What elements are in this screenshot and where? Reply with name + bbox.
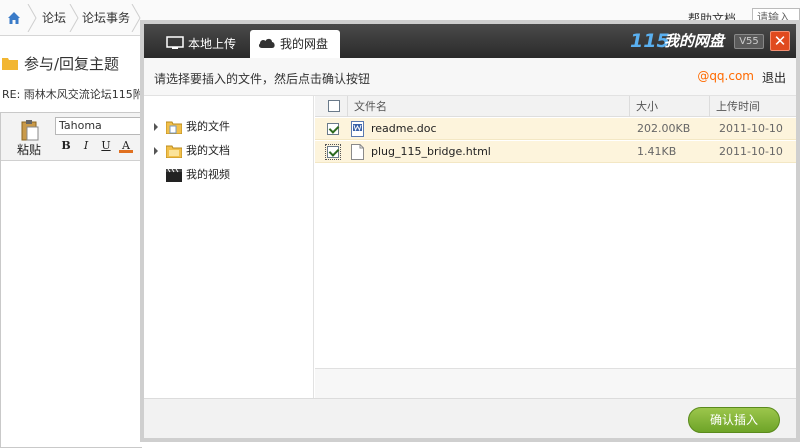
brand-name: 我的网盘 [664, 32, 725, 50]
user-email: @qq.com [697, 69, 754, 83]
logout-link[interactable]: 退出 [762, 69, 786, 86]
instruction-text: 请选择要插入的文件，然后点击确认按钮 [154, 72, 371, 86]
tab-local-upload-label: 本地上传 [188, 37, 237, 51]
home-icon[interactable] [6, 10, 22, 26]
paste-icon[interactable] [21, 119, 39, 141]
chevron-right-icon [27, 4, 37, 32]
insert-file-dialog: 本地上传 我的网盘 115 我的网盘 V55 ✕ 请选择要插入的文件，然后点击确… [140, 20, 800, 442]
tree-item-label: 我的视频 [186, 168, 230, 181]
cloud-icon [258, 38, 275, 48]
expand-arrow-icon[interactable] [154, 147, 158, 155]
page-title: 参与/回复主题 [24, 55, 120, 73]
file-name: plug_115_bridge.html [371, 145, 491, 158]
close-button[interactable]: ✕ [770, 31, 790, 51]
folder-icon [2, 58, 18, 70]
file-list-status-bar [315, 368, 796, 398]
font-select[interactable]: Tahoma [55, 117, 143, 135]
file-size: 202.00KB [637, 122, 691, 135]
chevron-right-icon [69, 4, 79, 32]
folder-icon [166, 121, 182, 134]
editor-toolbar: 粘贴 Tahoma B I U A [1, 113, 143, 161]
font-color-button[interactable]: A [119, 139, 133, 153]
video-clapper-icon [166, 168, 182, 182]
tab-my-disk-label: 我的网盘 [280, 37, 329, 51]
expand-arrow-icon[interactable] [154, 123, 158, 131]
file-row[interactable]: plug_115_bridge.html 1.41KB 2011-10-10 [315, 141, 796, 163]
document-folder-icon [166, 145, 182, 158]
file-row[interactable]: readme.doc 202.00KB 2011-10-10 [315, 118, 796, 140]
breadcrumb-forum[interactable]: 论坛 [42, 0, 66, 36]
column-header-name[interactable]: 文件名 [347, 96, 629, 117]
monitor-icon [166, 36, 184, 49]
dialog-header: 本地上传 我的网盘 115 我的网盘 V55 ✕ [144, 24, 796, 58]
paste-button[interactable]: 粘贴 [17, 141, 41, 158]
instruction-bar: 请选择要插入的文件，然后点击确认按钮 @qq.com 退出 [144, 58, 796, 96]
tree-item-label: 我的文档 [186, 144, 230, 157]
file-checkbox[interactable] [327, 123, 339, 135]
confirm-insert-button[interactable]: 确认插入 [688, 407, 780, 433]
file-list-header: 文件名 大小 上传时间 [315, 96, 796, 117]
select-all-checkbox[interactable] [328, 100, 340, 112]
file-date: 2011-10-10 [719, 122, 783, 135]
tree-item-label: 我的文件 [186, 120, 230, 133]
underline-button[interactable]: U [99, 139, 113, 153]
bold-button[interactable]: B [59, 139, 73, 153]
file-checkbox[interactable] [325, 144, 341, 160]
tab-my-disk[interactable]: 我的网盘 [250, 30, 340, 58]
file-list: 文件名 大小 上传时间 readme.doc 202.00KB 2011-10-… [315, 96, 796, 398]
dialog-footer: 确认插入 [144, 398, 796, 438]
column-header-size[interactable]: 大小 [629, 96, 709, 117]
file-date: 2011-10-10 [719, 145, 783, 158]
html-file-icon [351, 144, 364, 160]
folder-tree: 我的文件 我的文档 我的视频 [144, 96, 314, 398]
file-size: 1.41KB [637, 145, 677, 158]
version-badge: V55 [734, 34, 764, 49]
italic-button[interactable]: I [79, 139, 93, 153]
breadcrumb-forum-affairs[interactable]: 论坛事务 [82, 0, 130, 36]
tab-local-upload[interactable]: 本地上传 [160, 30, 242, 58]
column-header-date[interactable]: 上传时间 [709, 96, 796, 117]
post-editor[interactable]: 粘贴 Tahoma B I U A [0, 112, 143, 448]
word-doc-icon [351, 121, 364, 137]
reply-subject: RE: 雨林木风交流论坛115附件 [2, 88, 155, 101]
file-name: readme.doc [371, 122, 437, 135]
